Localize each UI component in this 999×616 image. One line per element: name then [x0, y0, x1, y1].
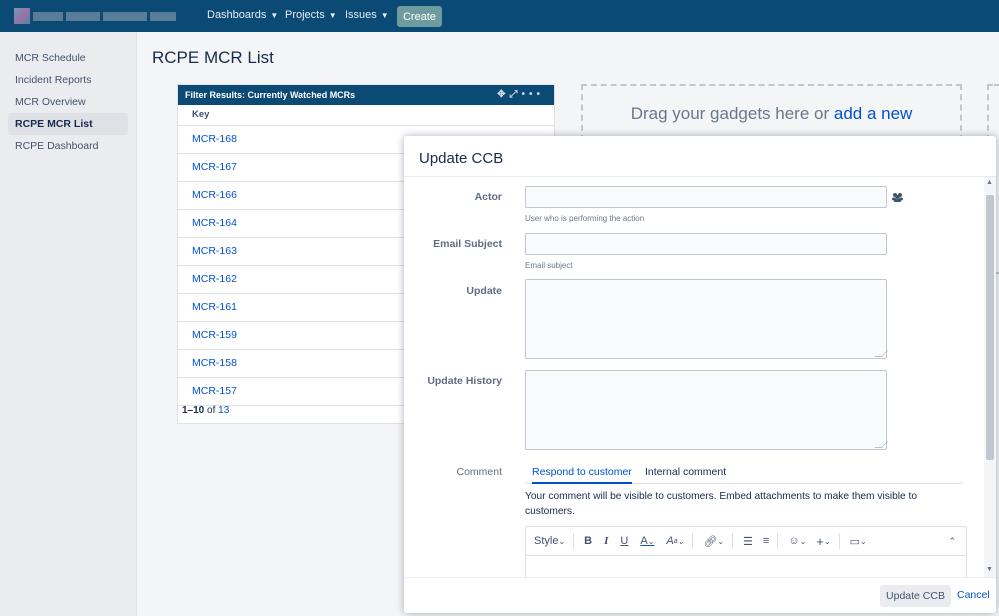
comment-visibility-note: Your comment will be visible to customer…	[525, 491, 918, 517]
sidebar-item-rcpe-mcr-list[interactable]: RCPE MCR List	[8, 113, 128, 135]
actor-help-text: User who is performing the action	[525, 214, 645, 223]
style-dropdown[interactable]: Style ⌄	[534, 535, 565, 547]
user-picker-icon[interactable]	[892, 192, 903, 205]
pager-total-link[interactable]: 13	[218, 405, 229, 416]
cancel-button[interactable]: Cancel	[957, 589, 990, 601]
underline-icon[interactable]: U	[620, 535, 628, 547]
sidebar: MCR Schedule Incident Reports MCR Overvi…	[0, 32, 137, 616]
page-title: RCPE MCR List	[152, 48, 274, 67]
editor-toolbar: Style ⌄ B I U A ⌄ Aa ⌄ 🔗︎ ⌄ ☰ ≡ ☺ ⌄ + ⌄ ▭ ⌄ ⌃	[526, 527, 966, 556]
bold-icon[interactable]: B	[584, 535, 592, 547]
update-history-textarea[interactable]	[525, 370, 889, 450]
text-format-icon[interactable]: Aa ⌄	[666, 535, 684, 547]
site-logo[interactable]	[14, 8, 180, 24]
update-textarea[interactable]	[525, 279, 889, 359]
move-icon[interactable]: ✥	[497, 89, 509, 100]
nav-dashboards[interactable]: Dashboards ▼	[207, 9, 278, 21]
chevron-down-icon: ▼	[380, 10, 389, 20]
add-gadget-link[interactable]: add a new	[834, 104, 912, 123]
email-subject-label: Email Subject	[433, 238, 502, 250]
update-ccb-button[interactable]: Update CCB	[880, 585, 951, 607]
column-header-key[interactable]: Key	[178, 105, 554, 126]
gadget-header: Filter Results: Currently Watched MCRs ✥…	[178, 85, 554, 105]
actor-input[interactable]	[525, 186, 887, 208]
bullet-list-icon[interactable]: ☰	[743, 535, 753, 548]
update-history-label: Update History	[427, 375, 502, 387]
update-label: Update	[466, 285, 502, 297]
create-button[interactable]: Create	[397, 6, 442, 27]
link-icon[interactable]: 🔗︎ ⌄	[703, 535, 724, 548]
email-subject-help-text: Email subject	[525, 261, 573, 270]
nav-issues[interactable]: Issues ▼	[345, 9, 389, 21]
more-icon[interactable]: •••	[521, 89, 544, 100]
sidebar-item-incident-reports[interactable]: Incident Reports	[8, 69, 128, 91]
update-ccb-dialog: Update CCB Actor User who is performing …	[404, 136, 996, 613]
resize-handle-icon[interactable]	[874, 350, 889, 357]
dialog-body[interactable]: Actor User who is performing the action …	[404, 177, 984, 577]
text-color-icon[interactable]: A ⌄	[640, 535, 654, 547]
tab-internal-comment[interactable]: Internal comment	[645, 465, 726, 482]
resize-handle-icon[interactable]	[874, 441, 889, 448]
comment-label: Comment	[456, 466, 502, 478]
nav-projects[interactable]: Projects ▼	[285, 9, 337, 21]
comment-tabs: Respond to customer Internal comment	[525, 465, 963, 484]
chevron-down-icon: ▼	[270, 10, 279, 20]
scroll-down-icon[interactable]: ▼	[986, 566, 993, 573]
comment-editor[interactable]: Style ⌄ B I U A ⌄ Aa ⌄ 🔗︎ ⌄ ☰ ≡ ☺ ⌄ + ⌄ ▭ ⌄ ⌃	[525, 526, 967, 577]
logo-mark-icon	[14, 8, 30, 24]
dialog-title: Update CCB	[419, 150, 504, 167]
emoji-icon[interactable]: ☺ ⌄	[788, 535, 806, 547]
chevron-down-icon: ⌄	[558, 536, 566, 546]
dialog-scrollbar[interactable]: ▲ ▼	[984, 177, 996, 577]
sidebar-item-mcr-overview[interactable]: MCR Overview	[8, 91, 128, 113]
sidebar-item-mcr-schedule[interactable]: MCR Schedule	[8, 47, 128, 69]
sidebar-item-rcpe-dashboard[interactable]: RCPE Dashboard	[8, 135, 128, 157]
expand-icon[interactable]: ⤢	[509, 89, 521, 100]
top-navigation: Dashboards ▼ Projects ▼ Issues ▼ Create	[0, 0, 999, 32]
actor-label: Actor	[474, 191, 502, 203]
pagination-summary: 1–10 of 13	[182, 405, 230, 416]
numbered-list-icon[interactable]: ≡	[763, 535, 769, 547]
email-subject-input[interactable]	[525, 233, 887, 255]
collapse-toolbar-icon[interactable]: ⌃	[948, 536, 956, 547]
scroll-thumb[interactable]	[986, 195, 994, 460]
tab-respond-to-customer[interactable]: Respond to customer	[532, 465, 632, 484]
scroll-up-icon[interactable]: ▲	[986, 179, 993, 186]
insert-plus-icon[interactable]: + ⌄	[816, 534, 830, 549]
macro-icon[interactable]: ▭ ⌄	[850, 535, 867, 548]
chevron-down-icon: ▼	[328, 10, 337, 20]
italic-icon[interactable]: I	[604, 535, 608, 547]
